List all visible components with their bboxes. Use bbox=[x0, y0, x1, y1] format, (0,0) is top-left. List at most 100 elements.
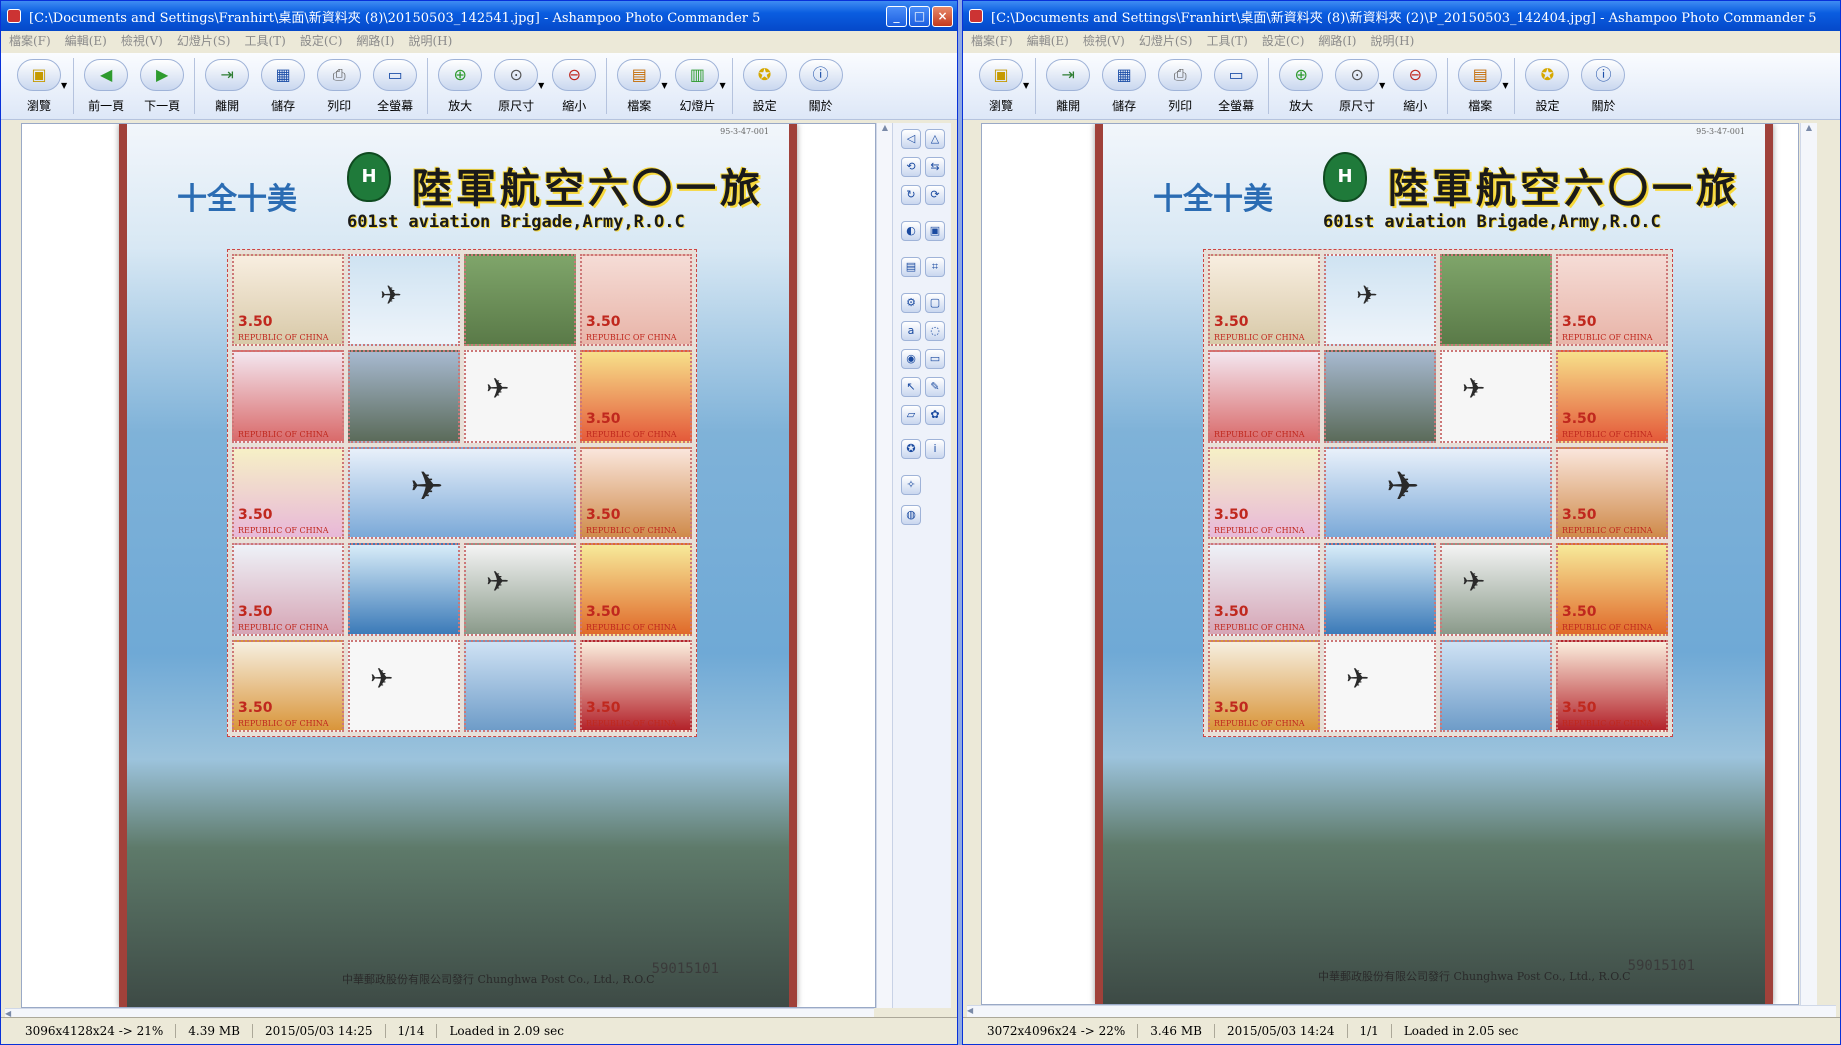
menu-tools[interactable]: 工具(T) bbox=[244, 32, 285, 49]
browse-dropdown-arrow[interactable]: ▼ bbox=[1023, 81, 1029, 90]
menu-network[interactable]: 網路(I) bbox=[1318, 32, 1356, 49]
file-button[interactable]: ▤ 檔案 bbox=[1452, 53, 1508, 119]
speech-bubble-icon[interactable]: ◌ bbox=[925, 321, 945, 341]
settings-button[interactable]: ✪ 設定 bbox=[737, 53, 793, 119]
about-button[interactable]: ⓘ 關於 bbox=[793, 53, 849, 119]
file-button[interactable]: ▤ 檔案 bbox=[611, 53, 667, 119]
print-button[interactable]: ⎙ 列印 bbox=[311, 53, 367, 119]
minimize-button[interactable]: _ bbox=[886, 5, 907, 27]
slideshow-dropdown-arrow[interactable]: ▼ bbox=[719, 81, 725, 90]
stamp: 3.50 REPUBLIC OF CHINA bbox=[580, 446, 692, 540]
menu-view[interactable]: 檢視(V) bbox=[1083, 32, 1125, 49]
stamp: ✈ bbox=[348, 446, 576, 540]
toolbar: ▣ 瀏覽 ▼ ⇥ 離開 ▦ 儲存 ⎙ 列印 ▭ 全螢幕 ⊕ 放大 ⊙ 原尺寸 ▼ ⊖ 縮小 ▤ 檔… bbox=[963, 53, 1840, 120]
rotate-right-icon[interactable]: ⟳ bbox=[925, 185, 945, 205]
save-button[interactable]: ▦ 儲存 bbox=[255, 53, 311, 119]
pencil-icon[interactable]: ✎ bbox=[925, 377, 945, 397]
actual-size-button[interactable]: ⊙ 原尺寸 bbox=[1329, 53, 1385, 119]
globe-icon[interactable]: ◍ bbox=[901, 505, 921, 525]
stamp: REPUBLIC OF CHINA bbox=[232, 350, 344, 443]
browse-button[interactable]: ▣ 瀏覽 bbox=[11, 53, 67, 119]
rotate-180-icon[interactable]: ↻ bbox=[901, 185, 921, 205]
maximize-button[interactable]: □ bbox=[909, 5, 930, 27]
menu-edit[interactable]: 編輯(E) bbox=[1027, 32, 1069, 49]
zoom-in-button[interactable]: ⊕ 放大 bbox=[1273, 53, 1329, 119]
sheet-title: 陸軍航空六〇一旅 bbox=[1388, 165, 1740, 212]
menu-file[interactable]: 檔案(F) bbox=[971, 32, 1013, 49]
exit-button[interactable]: ⇥ 離開 bbox=[199, 53, 255, 119]
stamp bbox=[464, 254, 576, 347]
crop-icon[interactable]: ⌗ bbox=[925, 257, 945, 277]
fullscreen-button[interactable]: ▭ 全螢幕 bbox=[367, 53, 423, 119]
stamp bbox=[1324, 543, 1436, 636]
image-dimensions: 3096x4128x24 -> 21% bbox=[1, 1024, 177, 1038]
about-button[interactable]: ⓘ 關於 bbox=[1575, 53, 1631, 119]
print-button[interactable]: ⎙ 列印 bbox=[1152, 53, 1208, 119]
exit-icon: ⇥ bbox=[205, 59, 250, 91]
browse-button[interactable]: ▣ 瀏覽 bbox=[973, 53, 1029, 119]
image-icon[interactable]: ▣ bbox=[925, 221, 945, 241]
menu-help[interactable]: 說明(H) bbox=[408, 32, 452, 49]
menu-edit[interactable]: 編輯(E) bbox=[65, 32, 107, 49]
menu-network[interactable]: 網路(I) bbox=[356, 32, 394, 49]
eraser-icon[interactable]: ▱ bbox=[901, 405, 921, 425]
toolbar-separator bbox=[1035, 58, 1037, 114]
menu-settings[interactable]: 設定(C) bbox=[1262, 32, 1305, 49]
file-dropdown-arrow[interactable]: ▼ bbox=[661, 81, 667, 90]
save-button[interactable]: ▦ 儲存 bbox=[1096, 53, 1152, 119]
rotate-90-icon[interactable]: ⟲ bbox=[901, 157, 921, 177]
fullscreen-button[interactable]: ▭ 全螢幕 bbox=[1208, 53, 1264, 119]
actual-size-button[interactable]: ⊙ 原尺寸 bbox=[488, 53, 544, 119]
select-icon[interactable]: ▢ bbox=[925, 293, 945, 313]
slideshow-icon: ▥ bbox=[675, 59, 720, 91]
effects-icon[interactable]: ✿ bbox=[925, 405, 945, 425]
resize-icon[interactable]: ▤ bbox=[901, 257, 921, 277]
rotate-left-icon[interactable]: ◁ bbox=[901, 129, 921, 149]
menu-settings[interactable]: 設定(C) bbox=[300, 32, 343, 49]
menu-slideshow[interactable]: 幻燈片(S) bbox=[1139, 32, 1193, 49]
exit-button[interactable]: ⇥ 離開 bbox=[1040, 53, 1096, 119]
toolbar: ▣ 瀏覽 ▼ ◀ 前一頁 ▶ 下一頁 ⇥ 離開 ▦ 儲存 ⎙ 列印 ▭ 全螢幕 ⊕ 放大 ⊙ 原尺… bbox=[1, 53, 957, 120]
zoom-in-button[interactable]: ⊕ 放大 bbox=[432, 53, 488, 119]
red-eye-icon[interactable]: ◉ bbox=[901, 349, 921, 369]
flip-horizontal-icon[interactable]: ⇆ bbox=[925, 157, 945, 177]
title-bar[interactable]: [C:\Documents and Settings\Franhirt\桌面\新… bbox=[963, 1, 1840, 31]
stamp: 3.50 REPUBLIC OF CHINA bbox=[1556, 446, 1668, 540]
tool-palette: ◁ △ ⟲ ⇆ ↻ ⟳ ◐ ▣ ▤ ⌗ ⚙ ▢ a ◌ ◉ ▭ ↖ ✎ ▱ ✿ … bbox=[892, 123, 951, 1008]
vertical-scrollbar[interactable]: ▲ bbox=[1800, 123, 1817, 1005]
brigade-emblem: H bbox=[1323, 152, 1367, 202]
file-date: 2015/05/03 14:24 bbox=[1215, 1024, 1348, 1038]
arrow-icon[interactable]: ↖ bbox=[901, 377, 921, 397]
next-page-button[interactable]: ▶ 下一頁 bbox=[134, 53, 190, 119]
tools-icon[interactable]: ⚙ bbox=[901, 293, 921, 313]
zoom-out-button[interactable]: ⊖ 縮小 bbox=[546, 53, 602, 119]
wand-icon[interactable]: ✧ bbox=[901, 475, 921, 495]
vertical-scrollbar[interactable]: ▲ bbox=[876, 123, 893, 1008]
close-button[interactable]: × bbox=[932, 5, 953, 27]
color-icon[interactable]: ◐ bbox=[901, 221, 921, 241]
zoom-out-button[interactable]: ⊖ 縮小 bbox=[1387, 53, 1443, 119]
text-icon[interactable]: a bbox=[901, 321, 921, 341]
browse-dropdown-arrow[interactable]: ▼ bbox=[61, 81, 67, 90]
menu-file[interactable]: 檔案(F) bbox=[9, 32, 51, 49]
file-dropdown-arrow[interactable]: ▼ bbox=[1502, 81, 1508, 90]
menu-slideshow[interactable]: 幻燈片(S) bbox=[177, 32, 231, 49]
info-small-icon[interactable]: i bbox=[925, 439, 945, 459]
slideshow-button[interactable]: ▥ 幻燈片 bbox=[669, 53, 725, 119]
menu-tools[interactable]: 工具(T) bbox=[1206, 32, 1247, 49]
settings-button[interactable]: ✪ 設定 bbox=[1519, 53, 1575, 119]
stamp: 3.50 REPUBLIC OF CHINA bbox=[1208, 543, 1320, 636]
actual-size-dropdown-arrow[interactable]: ▼ bbox=[1379, 81, 1385, 90]
menu-help[interactable]: 說明(H) bbox=[1370, 32, 1414, 49]
settings-small-icon[interactable]: ✪ bbox=[901, 439, 921, 459]
image-viewer[interactable]: 95-3-47-001 十全十美 H 陸軍航空六〇一旅 601st aviati… bbox=[981, 123, 1799, 1005]
title-bar[interactable]: [C:\Documents and Settings\Franhirt\桌面\新… bbox=[1, 1, 957, 31]
stamp bbox=[348, 543, 460, 636]
frame-icon[interactable]: ▭ bbox=[925, 349, 945, 369]
actual-size-dropdown-arrow[interactable]: ▼ bbox=[538, 81, 544, 90]
prev-page-button[interactable]: ◀ 前一頁 bbox=[78, 53, 134, 119]
image-viewer[interactable]: 95-3-47-001 十全十美 H 陸軍航空六〇一旅 601st aviati… bbox=[21, 123, 876, 1008]
flip-vertical-icon[interactable]: △ bbox=[925, 129, 945, 149]
fullscreen-icon: ▭ bbox=[373, 59, 418, 91]
menu-view[interactable]: 檢視(V) bbox=[121, 32, 163, 49]
